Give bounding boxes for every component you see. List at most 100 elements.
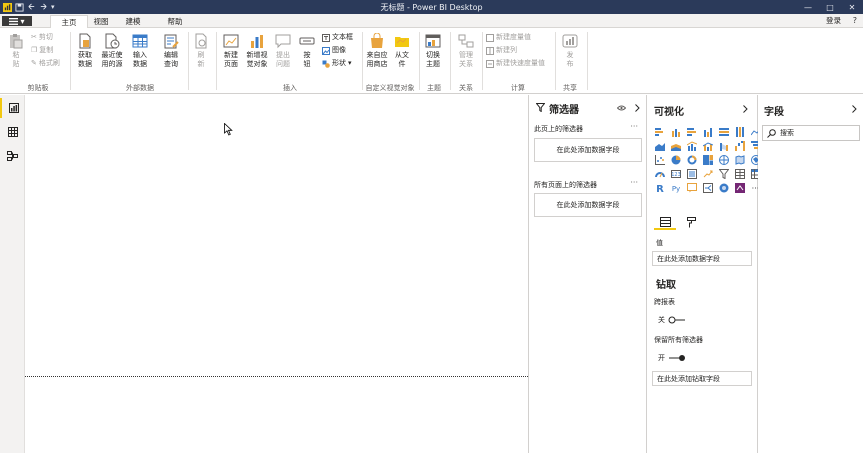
stacked-bar-chart-icon[interactable]	[653, 125, 666, 139]
file-menu-button[interactable]: ▾	[2, 16, 32, 26]
python-visual-icon[interactable]: Py	[669, 181, 682, 195]
from-file-button[interactable]: 从文 件	[391, 33, 413, 68]
r-visual-icon[interactable]: R	[653, 181, 666, 195]
shapes-button[interactable]: 形状 ▾	[322, 59, 352, 68]
gauge-icon[interactable]	[653, 167, 666, 181]
manage-relationships-button[interactable]: 管理 关系	[454, 33, 478, 68]
textbox-button[interactable]: 文本框	[322, 33, 353, 42]
report-view-button[interactable]	[0, 98, 25, 118]
all-pages-filters-more-button[interactable]: ···	[630, 178, 638, 187]
group-separator	[419, 32, 420, 90]
kpi-icon[interactable]	[701, 167, 714, 181]
new-measure-button[interactable]: 新建度量值	[486, 33, 531, 42]
store-icon	[371, 33, 383, 48]
paste-button[interactable]: 粘 贴	[6, 33, 26, 68]
clustered-column-chart-icon[interactable]	[701, 125, 714, 139]
new-column-icon	[486, 46, 494, 55]
format-painter-button[interactable]: ✎ 格式刷	[31, 59, 60, 68]
new-visual-button[interactable]: 新增视 觉对象	[244, 33, 270, 68]
switch-theme-button[interactable]: 切换 主题	[421, 33, 445, 68]
maximize-button[interactable]: □	[819, 0, 841, 14]
map-icon[interactable]	[717, 153, 730, 167]
drillthrough-drop-zone[interactable]: 在此处添加钻取字段	[652, 371, 752, 386]
page-filters-drop-zone[interactable]: 在此处添加数据字段	[534, 138, 642, 162]
copy-button[interactable]: ❐ 复制	[31, 46, 53, 55]
power-apps-icon[interactable]	[733, 181, 746, 195]
scatter-chart-icon[interactable]	[653, 153, 666, 167]
line-and-clustered-column-chart-icon[interactable]	[701, 139, 714, 153]
collapse-fields-icon[interactable]	[852, 105, 857, 113]
data-view-button[interactable]	[0, 122, 25, 142]
new-page-button[interactable]: 新建 页面	[219, 33, 243, 68]
model-view-button[interactable]	[0, 146, 25, 166]
stacked-area-chart-icon[interactable]	[669, 139, 682, 153]
clustered-bar-chart-icon[interactable]	[685, 125, 698, 139]
report-canvas[interactable]	[25, 95, 528, 453]
tab-view[interactable]: 视图	[88, 15, 114, 28]
collapse-filters-icon[interactable]	[635, 104, 640, 112]
stacked-column-chart-icon[interactable]	[669, 125, 682, 139]
decomposition-tree-icon[interactable]	[701, 181, 714, 195]
get-data-button[interactable]: 获取 数据	[74, 33, 96, 68]
recent-sources-button[interactable]: 最近使 用的源	[98, 33, 126, 68]
pie-chart-icon[interactable]	[669, 153, 682, 167]
new-quick-measure-button[interactable]: 新建快速度量值	[486, 59, 545, 68]
tab-modeling[interactable]: 建模	[120, 15, 146, 28]
multi-row-card-icon[interactable]	[685, 167, 698, 181]
report-view-icon	[8, 103, 19, 113]
get-data-label: 获取 数据	[78, 51, 92, 68]
group-separator	[216, 32, 217, 90]
minimize-button[interactable]: —	[797, 0, 819, 14]
fields-wells-tab[interactable]	[654, 215, 676, 230]
refresh-button[interactable]: 刷 新	[191, 33, 211, 68]
fields-title: 字段	[764, 107, 784, 118]
line-and-stacked-column-chart-icon[interactable]	[685, 139, 698, 153]
arcgis-map-icon[interactable]	[717, 181, 730, 195]
card-icon[interactable]: 123	[669, 167, 682, 181]
collapse-visualizations-icon[interactable]	[743, 105, 748, 113]
donut-chart-icon[interactable]	[685, 153, 698, 167]
enter-data-button[interactable]: 输入 数据	[129, 33, 151, 68]
area-chart-icon[interactable]	[653, 139, 666, 153]
100-stacked-bar-chart-icon[interactable]	[717, 125, 730, 139]
close-button[interactable]: ✕	[841, 0, 863, 14]
ribbon-chart-icon[interactable]	[717, 139, 730, 153]
publish-button[interactable]: 发 布	[559, 33, 581, 68]
all-pages-filters-label: 所有页面上的筛选器	[534, 181, 597, 189]
edit-queries-button[interactable]: 编辑 查询	[158, 33, 184, 68]
chevron-down-icon: ▾	[348, 59, 352, 67]
help-icon[interactable]: ?	[853, 15, 857, 27]
values-drop-zone[interactable]: 在此处添加数据字段	[652, 251, 752, 266]
keep-all-filters-toggle[interactable]: 开	[658, 353, 686, 363]
group-label-clipboard: 剪贴板	[27, 84, 49, 92]
table-visual-icon[interactable]	[733, 167, 746, 181]
recent-sources-label: 最近使 用的源	[101, 51, 123, 68]
cut-button[interactable]: ✂ 剪切	[31, 33, 53, 42]
treemap-icon[interactable]	[701, 153, 714, 167]
tab-help[interactable]: 帮助	[162, 15, 188, 28]
format-tab[interactable]	[683, 215, 699, 230]
page-filters-more-button[interactable]: ···	[630, 122, 638, 131]
switch-theme-label: 切换 主题	[426, 51, 440, 68]
from-store-button[interactable]: 来自应 用商店	[364, 33, 390, 68]
slicer-icon[interactable]	[717, 167, 730, 181]
image-button[interactable]: 图像	[322, 46, 346, 55]
button-icon	[299, 37, 315, 45]
tab-home[interactable]: 主页	[50, 15, 88, 28]
cross-report-state: 关	[658, 316, 665, 324]
sign-in-link[interactable]: 登录	[826, 15, 841, 27]
cross-report-toggle[interactable]: 关	[658, 315, 686, 325]
buttons-button[interactable]: 按 钮	[297, 33, 317, 68]
all-pages-filters-drop-zone[interactable]: 在此处添加数据字段	[534, 193, 642, 217]
ask-question-button[interactable]: 提出 问题	[272, 33, 294, 68]
key-influencers-icon[interactable]	[685, 181, 698, 195]
100-stacked-column-chart-icon[interactable]	[733, 125, 746, 139]
filled-map-icon[interactable]	[733, 153, 746, 167]
waterfall-chart-icon[interactable]	[733, 139, 746, 153]
group-separator	[362, 32, 363, 90]
fields-search-input[interactable]: 搜索	[762, 125, 860, 141]
eye-icon[interactable]	[617, 105, 626, 111]
refresh-label: 刷 新	[197, 51, 205, 68]
ask-question-label: 提出 问题	[276, 51, 290, 68]
new-column-button[interactable]: 新建列	[486, 46, 517, 55]
